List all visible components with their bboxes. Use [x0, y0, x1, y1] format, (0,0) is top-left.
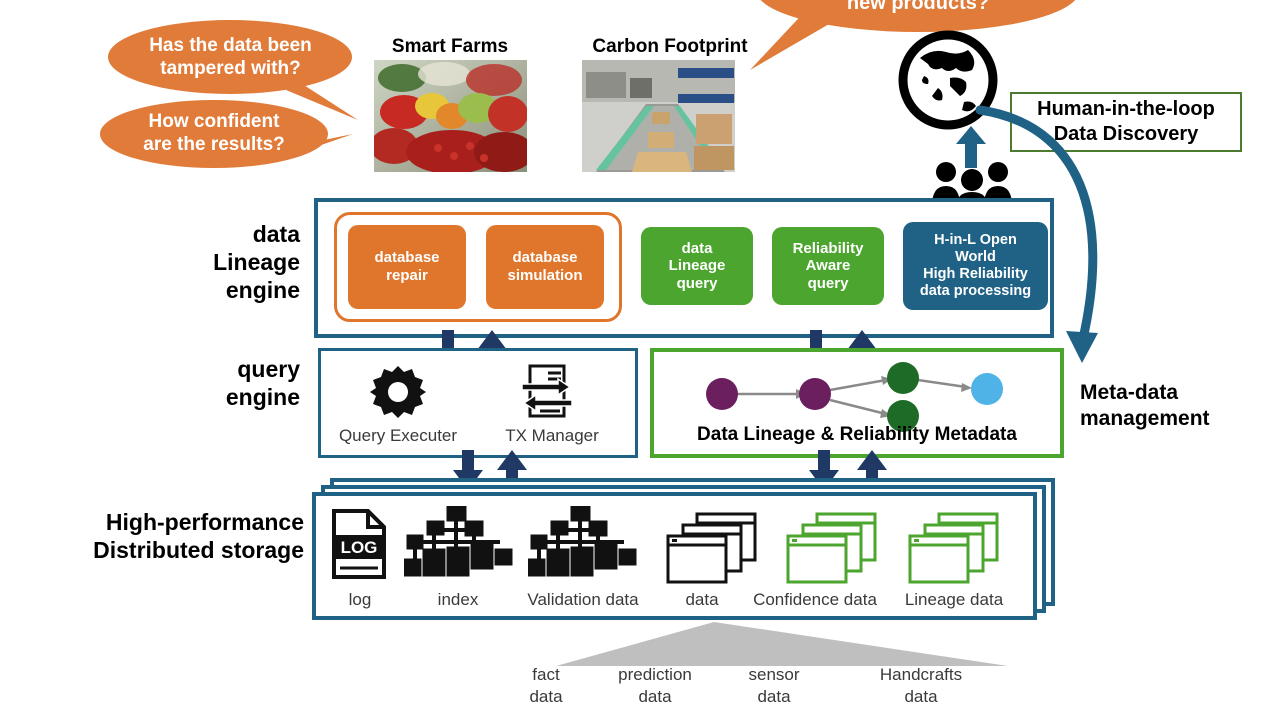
gear-icon — [370, 364, 426, 425]
vegetables-image — [374, 60, 527, 172]
module-data-lineage-query[interactable]: data Lineage query — [641, 227, 753, 305]
bubble-tampered-text: Has the data been tampered with? — [149, 35, 312, 79]
source-label-handcrafts: Handcrafts data — [879, 665, 963, 707]
source-label-fact: fact data — [529, 665, 563, 707]
stacked-windows-shape — [786, 512, 877, 584]
carbon-footprint-photo — [582, 60, 735, 172]
stacked-windows-shape — [666, 512, 757, 584]
index-label: index — [437, 590, 479, 609]
validation-tree-icon — [526, 504, 638, 585]
confidence-stacked-windows-icon — [783, 512, 883, 589]
query-executer-label: Query Executer — [338, 426, 458, 445]
log-file-icon: LOG — [330, 508, 388, 585]
lineage-data-label: Lineage data — [904, 590, 1004, 609]
lineage-stacked-windows-icon — [905, 512, 1005, 589]
source-label-prediction: prediction data — [618, 665, 692, 707]
stacked-windows-shape — [908, 512, 999, 584]
tx-document-shape — [521, 364, 573, 418]
smart-farms-photo — [374, 60, 527, 172]
module-reliability-aware-query[interactable]: Reliability Aware query — [772, 227, 884, 305]
module-database-repair[interactable]: database repair — [348, 225, 466, 309]
confidence-data-label: Confidence data — [753, 590, 877, 609]
validation-data-label: Validation data — [527, 590, 639, 609]
triangle-shape — [556, 622, 1008, 666]
bubble-newproducts-text: new products? — [846, 0, 990, 14]
data-stacked-windows-icon — [663, 512, 763, 589]
module-hinl-open-world[interactable]: H-in-L Open World High Reliability data … — [903, 222, 1048, 310]
metadata-title: Data Lineage & Reliability Metadata — [697, 424, 1017, 445]
row-label-query-engine: query engine — [225, 356, 300, 411]
index-tree-shape — [402, 504, 513, 577]
log-file-shape: LOG — [332, 509, 386, 579]
row-label-storage: High-performance Distributed storage — [93, 509, 304, 564]
bubble-confident-text: How confident are the results? — [143, 111, 285, 155]
index-tree-icon — [402, 504, 514, 585]
bubble-confident: How confident are the results? — [100, 100, 353, 170]
transaction-document-icon — [518, 364, 576, 425]
bubble-tampered: Has the data been tampered with? — [108, 20, 358, 120]
metadata-management-label: Meta-data management — [1080, 381, 1210, 431]
row-label-lineage-engine: data Lineage engine — [213, 221, 300, 304]
module-database-simulation[interactable]: database simulation — [486, 225, 604, 309]
smart-farms-caption: Smart Farms — [391, 36, 509, 57]
data-label: data — [685, 590, 719, 609]
index-tree-shape — [526, 504, 637, 577]
source-label-sensor: sensor data — [748, 665, 800, 707]
tx-manager-label: TX Manager — [505, 426, 599, 445]
log-label: log — [348, 590, 372, 609]
warehouse-conveyor-image — [582, 60, 735, 172]
carbon-footprint-caption: Carbon Footprint — [592, 36, 748, 57]
svg-text:LOG: LOG — [341, 538, 378, 557]
gear-shape — [370, 366, 426, 418]
